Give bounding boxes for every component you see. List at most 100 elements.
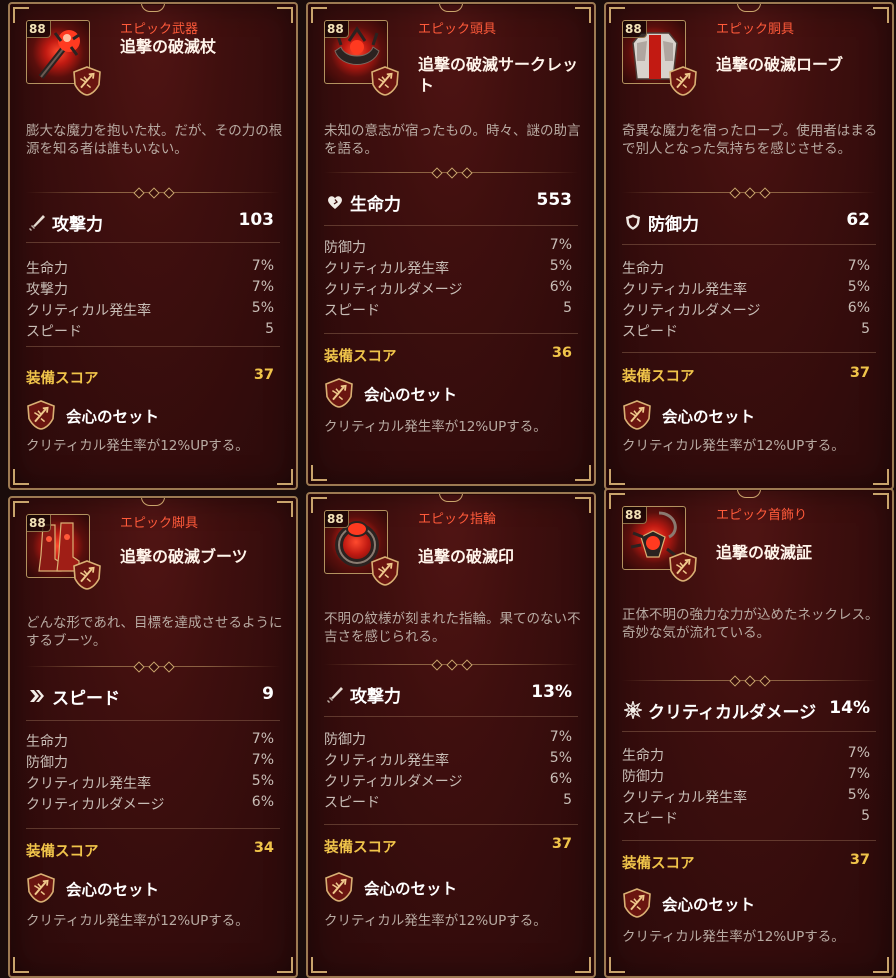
main-stat-label: スピード [52,689,120,709]
sub-stat-label: スピード [622,324,678,340]
sub-stat-row: クリティカルダメージ 6% [26,793,276,814]
set-badge-icon [72,560,102,590]
shield-icon [626,214,640,230]
sword-icon [327,687,343,703]
sub-stat-value: 7% [847,766,870,782]
item-rarity: エピック首飾り [716,508,808,523]
equipment-score-label: 装備スコア [622,856,695,872]
equipment-score-row: 装備スコア 37 [622,852,872,872]
item-level-badge: 88 [27,515,51,532]
main-stat-row: 攻撃力 103 [28,210,278,235]
sub-stat-value: 5 [265,321,274,337]
sub-stat-value: 6% [251,794,274,810]
sub-stat-label: スピード [324,303,380,319]
item-name: 追撃の破滅杖 [120,37,217,56]
sub-stat-value: 7% [549,237,572,253]
main-stat-row: スピード 9 [28,684,278,709]
equipment-score-label: 装備スコア [26,371,99,387]
section-divider [622,244,876,245]
item-description: どんな形であれ、目標を達成させるようにするブーツ。 [26,615,283,649]
sub-stat-value: 5% [549,258,572,274]
set-name: 会心のセット [662,896,756,914]
sub-stat-value: 6% [549,279,572,295]
equipment-card[interactable]: 88 エピック胴具 追撃の破滅ローブ 奇異な魔力を宿ったローブ。使用者はまるで別人と… [604,2,894,490]
item-level-badge: 88 [325,511,349,528]
equipment-score-label: 装備スコア [26,844,99,860]
sub-stat-value: 5 [563,300,572,316]
critical-set-icon [325,378,353,408]
sub-stat-label: クリティカルダメージ [622,303,761,319]
divider-diamond-ornament [431,167,473,179]
sub-stat-label: クリティカル発生率 [324,261,450,277]
sub-stat-value: 5 [861,321,870,337]
sub-stat-row: 防御力 7% [324,728,574,749]
frame-corner-ornament [311,957,327,973]
main-stat-row: 防御力 62 [624,210,874,235]
shield-icon [624,213,642,231]
set-emblem-icon [669,552,697,582]
equipment-card[interactable]: 88 エピック首飾り 追撃の破滅証 正体不明の強力な力が込めたネックレス。奇妙な気が… [604,488,894,978]
item-rarity: エピック胴具 [716,22,795,37]
section-divider [324,824,578,825]
main-stat-value: 13% [531,682,572,702]
item-rarity: エピック武器 [120,22,199,37]
sub-stat-row: 生命力 7% [622,257,872,278]
frame-corner-ornament [575,497,591,513]
sub-stat-value: 6% [847,300,870,316]
item-rarity: エピック指輪 [418,512,497,527]
sub-stat-value: 5% [251,300,274,316]
set-emblem-icon [371,66,399,96]
heart-icon [326,193,344,211]
frame-crest-ornament [737,490,761,498]
set-effect-text: クリティカル発生率が12%UPする。 [622,929,845,945]
speed-icon [28,687,46,705]
critical-set-icon [27,400,55,430]
diamond-mark [744,675,756,687]
diamond-mark [163,187,175,199]
diamond-mark [133,187,145,199]
set-effect-text: クリティカル発生率が12%UPする。 [622,438,845,454]
sub-stat-row: 防御力 7% [26,751,276,772]
main-stat-row: 攻撃力 13% [326,682,576,707]
main-stat-value: 14% [829,698,870,718]
equipment-score-label: 装備スコア [622,369,695,385]
sub-stat-value: 7% [251,731,274,747]
ornament-divider [622,187,876,199]
equipment-card[interactable]: 88 エピック頭具 追撃の破滅サークレット 未知の意志が宿ったもの。時々、謎の助言を… [306,2,596,486]
item-level-badge: 88 [27,21,51,38]
section-divider [26,242,280,243]
equipment-score-label: 装備スコア [324,840,397,856]
item-description: 不明の紋様が刻まれた指輪。果てのない不吉さを感じられる。 [324,611,581,645]
sub-stat-row: スピード 5 [324,791,574,812]
equipment-card[interactable]: 88 エピック指輪 追撃の破滅印 不明の紋様が刻まれた指輪。果てのない不吉さを感じら… [306,492,596,978]
sub-stat-row: スピード 5 [622,807,872,828]
item-name: 追撃の破滅サークレット [418,55,579,95]
diamond-mark [446,659,458,671]
frame-corner-ornament [873,957,889,973]
sub-stat-label: クリティカルダメージ [324,282,463,298]
sub-stat-row: スピード 5 [26,320,276,341]
set-name: 会心のセット [662,408,756,426]
frame-crest-ornament [439,4,463,12]
set-effect-text: クリティカル発生率が12%UPする。 [324,913,547,929]
ornament-divider [26,661,280,673]
sword-icon [29,215,45,231]
equipment-score-label: 装備スコア [324,349,397,365]
item-rarity: エピック頭具 [418,22,497,37]
item-description: 正体不明の強力な力が込めたネックレス。奇妙な気が流れている。 [622,607,879,641]
set-name: 会心のセット [66,881,160,899]
equipment-card[interactable]: 88 エピック脚具 追撃の破滅ブーツ どんな形であれ、目標を達成させるようにするブー… [8,496,298,978]
sub-stat-label: クリティカル発生率 [26,303,152,319]
sub-stat-value: 7% [251,279,274,295]
section-divider [324,333,578,334]
equipment-card[interactable]: 88 エピック武器 追撃の破滅杖 膨大な魔力を抱いた杖。だが、その力の根源を知る者は… [8,2,298,490]
diamond-mark [729,187,741,199]
diamond-mark [133,661,145,673]
section-divider [324,716,578,717]
sub-stat-label: 防御力 [622,769,664,785]
sub-stat-label: クリティカルダメージ [324,774,463,790]
equipment-score-value: 37 [849,365,870,381]
set-badge-icon [370,66,400,96]
set-badge-icon [668,66,698,96]
set-effect-text: クリティカル発生率が12%UPする。 [26,913,249,929]
